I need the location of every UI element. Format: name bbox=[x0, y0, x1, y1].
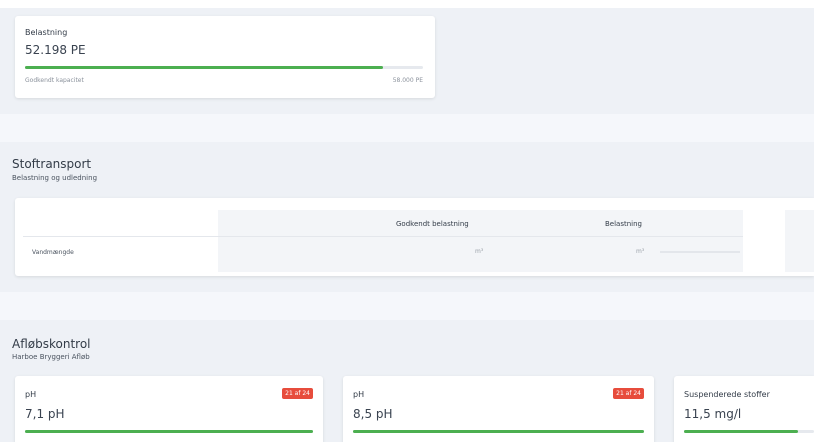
spacer-band bbox=[0, 292, 814, 320]
control-title: Afløbskontrol bbox=[12, 337, 91, 351]
capacity-label: Belastning bbox=[25, 28, 68, 37]
capacity-value: 52.198 PE bbox=[25, 43, 86, 57]
sample-count-badge: 21 af 24 bbox=[613, 388, 644, 399]
table-shade-right bbox=[785, 210, 814, 272]
control-card-progress-fill bbox=[25, 430, 313, 433]
control-card-label: pH bbox=[353, 390, 365, 399]
row-unit-godkendt: m³ bbox=[475, 248, 484, 255]
column-header-godkendt: Godkendt belastning bbox=[396, 220, 469, 228]
capacity-card[interactable]: Belastning 52.198 PE Godkendt kapacitet … bbox=[15, 16, 435, 98]
control-card-value: 7,1 pH bbox=[25, 407, 65, 421]
control-card-label: pH bbox=[25, 390, 37, 399]
capacity-footer-label: Godkendt kapacitet bbox=[25, 77, 84, 84]
control-card-progress-fill bbox=[353, 430, 644, 433]
control-subtitle: Harboe Bryggeri Afløb bbox=[12, 353, 90, 361]
control-card-value: 11,5 mg/l bbox=[684, 407, 742, 421]
capacity-progress-bar bbox=[25, 66, 423, 69]
control-card[interactable]: pH 21 af 24 8,5 pH bbox=[343, 376, 654, 442]
control-card-progress-bar bbox=[25, 430, 313, 433]
capacity-footer-value: 58.000 PE bbox=[392, 77, 423, 84]
transport-table: Godkendt belastning Belastning Vandmængd… bbox=[15, 198, 814, 276]
control-card-progress-bar bbox=[684, 430, 814, 433]
control-card-label: Suspenderede stoffer bbox=[684, 390, 770, 399]
transport-subtitle: Belastning og udledning bbox=[12, 174, 98, 182]
spacer-band bbox=[0, 114, 814, 142]
table-shade bbox=[218, 210, 743, 272]
control-card[interactable]: Suspenderede stoffer 11,5 mg/l bbox=[674, 376, 814, 442]
transport-title: Stoftransport bbox=[12, 157, 92, 171]
sample-count-badge: 21 af 24 bbox=[282, 388, 313, 399]
row-progress-bar bbox=[660, 251, 740, 253]
control-card-value: 8,5 pH bbox=[353, 407, 393, 421]
row-unit-belastning: m³ bbox=[636, 248, 645, 255]
row-label-vandmaengde: Vandmængde bbox=[32, 249, 74, 256]
control-card-progress-fill bbox=[684, 430, 799, 433]
column-header-belastning: Belastning bbox=[605, 220, 642, 228]
control-card[interactable]: pH 21 af 24 7,1 pH bbox=[15, 376, 323, 442]
control-card-progress-bar bbox=[353, 430, 644, 433]
table-divider bbox=[23, 236, 743, 237]
capacity-progress-fill bbox=[25, 66, 384, 69]
